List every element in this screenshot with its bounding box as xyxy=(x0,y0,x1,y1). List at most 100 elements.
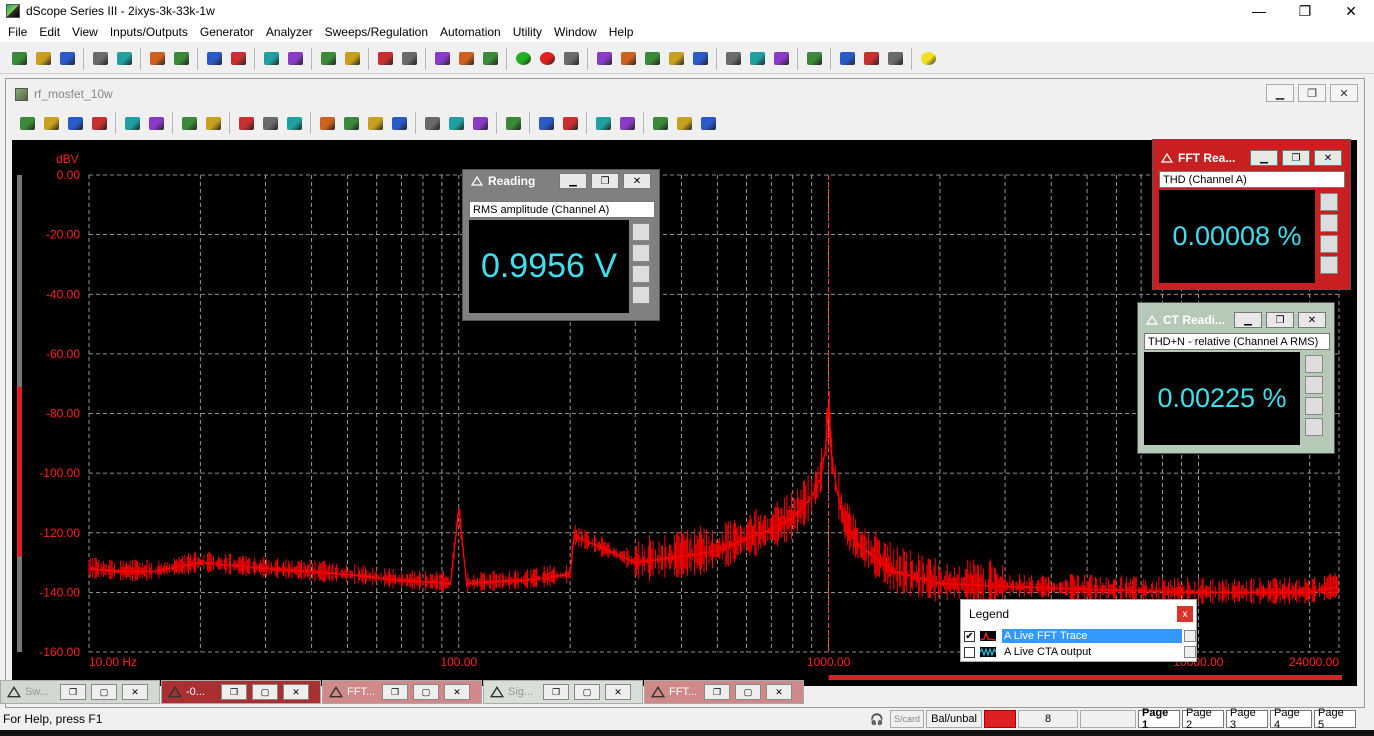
restore-button[interactable]: ❐ xyxy=(382,684,408,700)
panel-maximize-button[interactable]: ❐ xyxy=(1266,312,1294,328)
wave-c-icon[interactable] xyxy=(641,48,663,70)
meter-icon[interactable] xyxy=(1305,376,1323,394)
marker-a-icon[interactable] xyxy=(421,112,443,134)
open-icon[interactable] xyxy=(8,48,30,70)
sweep-icon[interactable] xyxy=(560,48,582,70)
restore-button[interactable]: ❐ xyxy=(60,684,86,700)
mute-icon[interactable] xyxy=(284,48,306,70)
maximize-button[interactable]: ▢ xyxy=(252,684,278,700)
maximize-button[interactable]: ▢ xyxy=(735,684,761,700)
scope-alt-icon[interactable] xyxy=(341,48,363,70)
decimal-icon[interactable] xyxy=(202,112,224,134)
meter-icon[interactable] xyxy=(1320,214,1338,232)
page-tab-5[interactable]: Page 5 xyxy=(1314,707,1356,731)
panel-header[interactable]: CT Readi... ▁ ❐ ✕ xyxy=(1138,309,1334,331)
trace-properties-icon[interactable] xyxy=(1184,646,1196,658)
output-on-icon[interactable] xyxy=(113,48,135,70)
panel-close-button[interactable]: ✕ xyxy=(623,173,651,189)
marker-b-icon[interactable] xyxy=(445,112,467,134)
auto-a-icon[interactable] xyxy=(535,112,557,134)
expand-icon[interactable] xyxy=(1305,418,1323,436)
report-menu-icon[interactable] xyxy=(860,48,882,70)
smooth-b-icon[interactable] xyxy=(673,112,695,134)
menu-analyzer[interactable]: Analyzer xyxy=(260,22,319,42)
menu-edit[interactable]: Edit xyxy=(33,22,66,42)
script-c-icon[interactable] xyxy=(770,48,792,70)
script-b-icon[interactable] xyxy=(746,48,768,70)
wave-a-icon[interactable] xyxy=(593,48,615,70)
minimized-window[interactable]: FFT... ❐ ▢ ✕ xyxy=(322,680,482,704)
minimize-button[interactable]: — xyxy=(1236,0,1282,22)
alarm-icon[interactable] xyxy=(803,48,825,70)
menu-window[interactable]: Window xyxy=(548,22,603,42)
cursor-a-icon[interactable] xyxy=(316,112,338,134)
panel-minimize-button[interactable]: ▁ xyxy=(559,173,587,189)
generator-mute-icon[interactable] xyxy=(170,48,192,70)
zoom-out-icon[interactable] xyxy=(259,112,281,134)
help-icon[interactable] xyxy=(917,48,939,70)
panel-header[interactable]: FFT Rea... ▁ ❐ ✕ xyxy=(1153,147,1350,169)
stop-icon[interactable] xyxy=(536,48,558,70)
settings-icon[interactable] xyxy=(178,112,200,134)
minimized-window[interactable]: Sig... ❐ ▢ ✕ xyxy=(483,680,643,704)
auto-b-icon[interactable] xyxy=(559,112,581,134)
wave-d-icon[interactable] xyxy=(665,48,687,70)
digital-display-icon[interactable] xyxy=(1320,193,1338,211)
meter-alt-icon[interactable] xyxy=(398,48,420,70)
cursor-c-icon[interactable] xyxy=(364,112,386,134)
meter-icon[interactable] xyxy=(632,244,650,262)
generator-icon[interactable] xyxy=(146,48,168,70)
close-button[interactable]: ✕ xyxy=(1328,0,1374,22)
input-icon[interactable] xyxy=(203,48,225,70)
legend-item[interactable]: ✔ A Live FFT Trace xyxy=(961,628,1196,644)
minimized-window[interactable]: FFT... ❐ ▢ ✕ xyxy=(644,680,804,704)
legend-checkbox[interactable] xyxy=(964,646,975,658)
maximize-button[interactable]: ▢ xyxy=(574,684,600,700)
wave-b-icon[interactable] xyxy=(617,48,639,70)
graph-icon[interactable] xyxy=(121,112,143,134)
restore-button[interactable]: ❐ xyxy=(543,684,569,700)
menu-file[interactable]: File xyxy=(2,22,33,42)
panel-maximize-button[interactable]: ❐ xyxy=(1282,150,1310,166)
wave-e-icon[interactable] xyxy=(689,48,711,70)
save-icon[interactable] xyxy=(32,48,54,70)
doc-minimize-button[interactable]: ▁ xyxy=(1266,84,1294,102)
output-off-icon[interactable] xyxy=(89,48,111,70)
settings-c-icon[interactable] xyxy=(479,48,501,70)
add-trace-icon[interactable] xyxy=(16,112,38,134)
digital-display-icon[interactable] xyxy=(632,223,650,241)
trace-properties-icon[interactable] xyxy=(1184,630,1196,642)
marker-c-icon[interactable] xyxy=(469,112,491,134)
legend-panel[interactable]: Legend x ✔ A Live FFT Trace A Live CTA o… xyxy=(960,599,1197,662)
reading-panel-rms[interactable]: Reading ▁ ❐ ✕ RMS amplitude (Channel A) … xyxy=(462,169,660,321)
menu-automation[interactable]: Automation xyxy=(434,22,507,42)
input-alt-icon[interactable] xyxy=(227,48,249,70)
panel-minimize-button[interactable]: ▁ xyxy=(1250,150,1278,166)
zoom-icon[interactable] xyxy=(235,112,257,134)
scope-icon[interactable] xyxy=(317,48,339,70)
menu-help[interactable]: Help xyxy=(603,22,640,42)
menu-inputs-outputs[interactable]: Inputs/Outputs xyxy=(104,22,194,42)
page-tab-1[interactable]: Page 1 xyxy=(1138,707,1180,731)
minimized-window[interactable]: Sw... ❐ ▢ ✕ xyxy=(0,680,160,704)
report-b-icon[interactable] xyxy=(884,48,906,70)
settings-icon[interactable] xyxy=(1320,235,1338,253)
doc-restore-button[interactable]: ❐ xyxy=(1298,84,1326,102)
smooth-a-icon[interactable] xyxy=(649,112,671,134)
headphone-icon[interactable] xyxy=(260,48,282,70)
panel-close-button[interactable]: ✕ xyxy=(1298,312,1326,328)
digital-display-icon[interactable] xyxy=(1305,355,1323,373)
close-button[interactable]: ✕ xyxy=(605,684,631,700)
fit-icon[interactable] xyxy=(283,112,305,134)
restore-button[interactable]: ❐ xyxy=(221,684,247,700)
graph-table-icon[interactable] xyxy=(145,112,167,134)
minimized-window[interactable]: -0... ❐ ▢ ✕ xyxy=(161,680,321,704)
close-button[interactable]: ✕ xyxy=(122,684,148,700)
legend-checkbox[interactable]: ✔ xyxy=(964,630,975,642)
panel-close-button[interactable]: ✕ xyxy=(1314,150,1342,166)
run-icon[interactable] xyxy=(512,48,534,70)
maximize-button[interactable]: ▢ xyxy=(91,684,117,700)
settings-icon[interactable] xyxy=(632,265,650,283)
smooth-c-icon[interactable] xyxy=(697,112,719,134)
settings-icon[interactable] xyxy=(1305,397,1323,415)
